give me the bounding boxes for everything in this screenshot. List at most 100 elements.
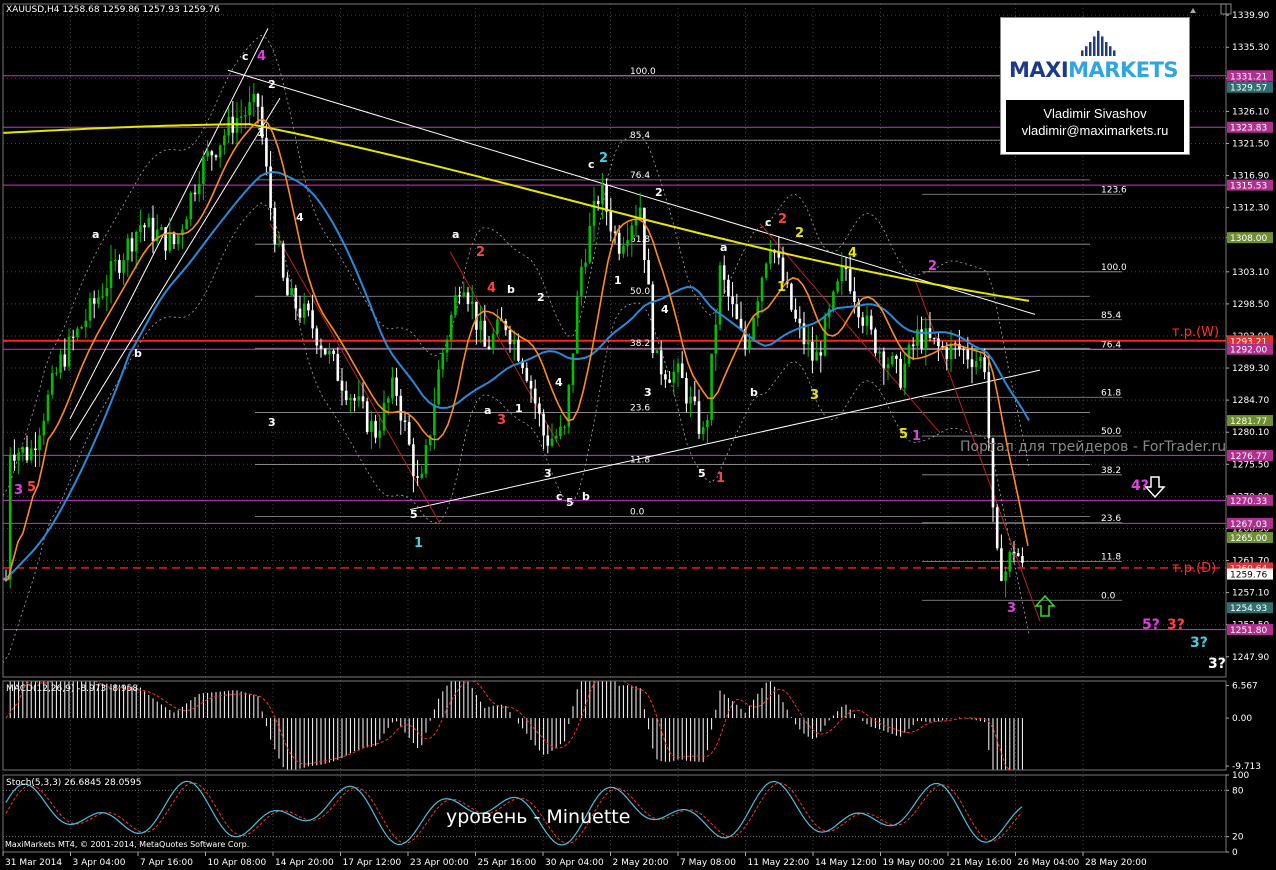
price-tick-label: 1257.10 <box>1232 589 1269 599</box>
wave-label: 1 <box>257 126 265 139</box>
wave-label: 5 <box>698 467 706 480</box>
bull-candle <box>357 396 361 401</box>
trend-line <box>69 28 269 420</box>
price-box-label: 1323.83 <box>1230 124 1267 134</box>
price-box-label: 1281.77 <box>1230 417 1267 427</box>
bear-candle <box>819 352 823 356</box>
bear-candle <box>895 355 898 359</box>
bear-candle <box>911 344 915 347</box>
bull-candle <box>764 263 768 278</box>
bull-candle <box>689 396 692 404</box>
logo-markets: MARKETS <box>1068 58 1179 82</box>
bull-candle <box>80 326 83 329</box>
bear-candle <box>193 192 197 195</box>
wave-label: 1 <box>515 402 523 415</box>
fib-level-label: 100.0 <box>1101 263 1127 273</box>
scroll-marker-icon[interactable] <box>1190 8 1196 13</box>
fib-level-label: 23.6 <box>1101 514 1121 524</box>
wave-label: 2 <box>537 291 545 304</box>
price-tick-label: 1298.50 <box>1232 300 1269 310</box>
bear-candle <box>932 337 936 339</box>
bear-candle <box>861 317 865 326</box>
bull-candle <box>76 328 79 338</box>
stoch-tick-label: 20 <box>1232 833 1244 843</box>
bull-candle <box>974 360 978 368</box>
bear-candle <box>265 137 268 167</box>
price-box-label: 1331.21 <box>1230 72 1267 82</box>
wave-label: 3 <box>644 386 652 399</box>
bull-candle <box>979 357 982 361</box>
stoch-label: Stoch(5,3,3) 26.6845 28.0595 <box>6 778 141 788</box>
bull-candle <box>38 435 41 451</box>
level-text: уровень - Minuette <box>446 806 630 828</box>
bear-candle <box>92 298 96 304</box>
bear-candle <box>63 354 67 367</box>
bear-candle <box>664 374 667 380</box>
bear-candle <box>945 347 949 360</box>
bull-candle <box>672 371 676 383</box>
fib-level-label: 0.0 <box>630 508 645 518</box>
bull-candle <box>160 227 163 230</box>
bull-candle <box>248 102 251 116</box>
bear-candle <box>680 363 684 379</box>
bull-candle <box>197 184 201 195</box>
bull-candle <box>454 295 457 316</box>
wave-label: 1 <box>777 280 786 295</box>
logo-bar <box>1109 46 1112 56</box>
bull-candle <box>386 398 390 403</box>
bull-candle <box>122 260 125 273</box>
bear-candle <box>466 292 470 305</box>
wave-label: 3? <box>1190 635 1208 651</box>
fib-level-label: 76.4 <box>1101 340 1121 350</box>
bear-candle <box>13 454 16 461</box>
bear-candle <box>538 403 541 414</box>
bear-candle <box>365 401 369 433</box>
time-tick-label: 10 Apr 08:00 <box>208 858 267 868</box>
time-tick-label: 21 May 16:00 <box>950 858 1012 868</box>
bear-candle <box>34 448 37 451</box>
trend-line <box>409 369 1041 511</box>
bull-candle <box>113 260 117 262</box>
price-box-label: 1292.00 <box>1230 346 1267 356</box>
macd-tick-label: 0.00 <box>1232 714 1252 724</box>
bull-candle <box>239 116 243 118</box>
price-box-label: 1315.53 <box>1230 182 1267 192</box>
fib-level-label: 23.6 <box>630 404 650 414</box>
time-tick-label: 3 Apr 04:00 <box>73 858 126 868</box>
bull-candle <box>42 420 46 436</box>
bull-candle <box>601 184 604 204</box>
fib-level-label: 123.6 <box>1101 185 1127 195</box>
author-box: Vladimir Sivashov vladimir@maximarkets.r… <box>1006 100 1184 152</box>
bear-candle <box>412 444 415 477</box>
bear-candle <box>966 349 970 360</box>
bull-candle <box>748 339 751 350</box>
bear-candle <box>693 396 697 402</box>
bull-candle <box>769 250 772 264</box>
bull-candle <box>588 225 592 263</box>
bull-candle <box>420 473 424 478</box>
bear-candle <box>416 476 419 478</box>
price-box-label: 1251.80 <box>1230 626 1267 636</box>
wave-label: 5 <box>899 427 908 442</box>
time-tick-label: 14 May 12:00 <box>815 858 877 868</box>
wave-label: c <box>242 50 249 63</box>
bear-candle <box>987 372 991 439</box>
trendlines-layer <box>69 28 1041 622</box>
price-box-label: 1270.33 <box>1230 497 1267 507</box>
bear-candle <box>798 318 802 324</box>
bull-candle <box>67 336 71 367</box>
wave-label: b <box>582 490 590 503</box>
bear-candle <box>407 421 411 445</box>
logo-bar <box>1093 36 1096 56</box>
bull-candle <box>101 296 104 298</box>
wave-label: c <box>765 216 772 229</box>
wave-label: 2 <box>795 226 804 241</box>
author-name: Vladimir Sivashov <box>1043 106 1147 121</box>
bear-candle <box>643 207 646 261</box>
bull-candle <box>441 352 445 370</box>
bull-candle <box>886 364 890 369</box>
tp-w-label: т.р.(W) <box>1172 325 1219 340</box>
bull-candle <box>437 369 440 405</box>
wave-label: 2 <box>599 151 608 166</box>
bull-candle <box>559 426 562 437</box>
